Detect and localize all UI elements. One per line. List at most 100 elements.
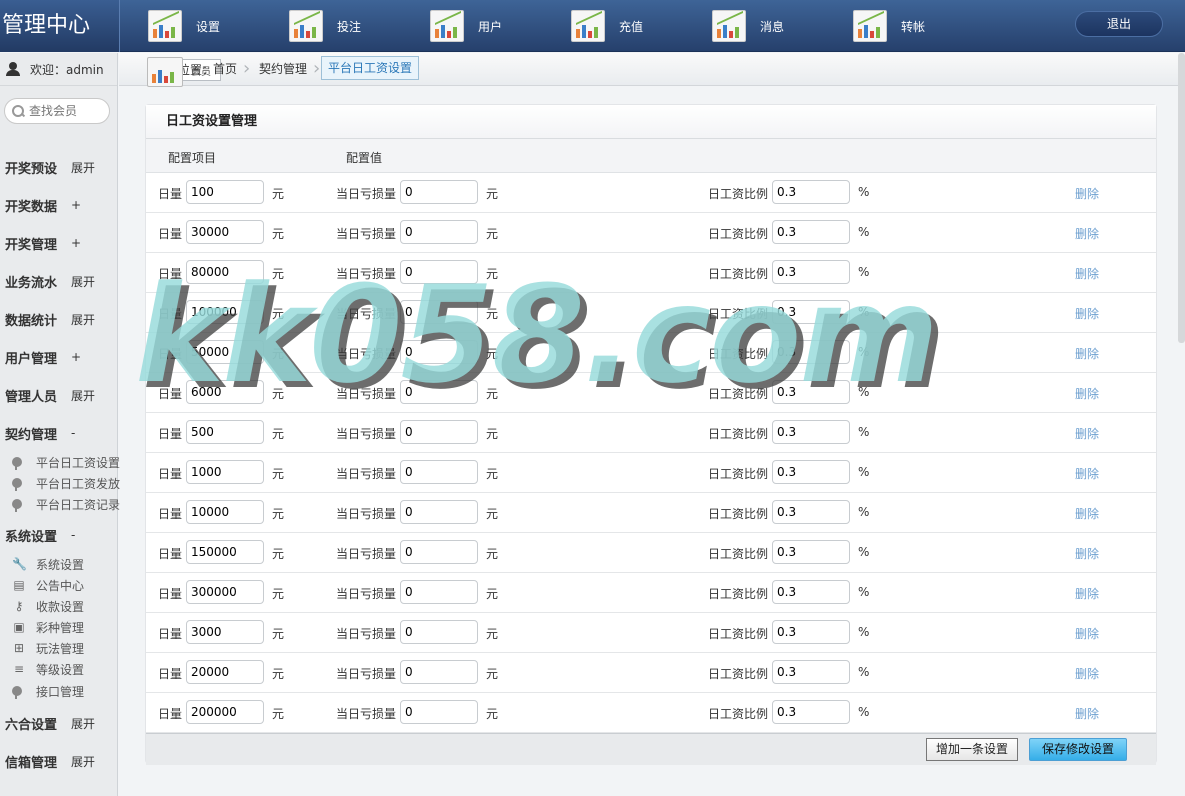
sidebar-subitem[interactable]: ⊞ 玩法管理 bbox=[12, 639, 84, 657]
sidebar-subitem[interactable]: 平台日工资发放 bbox=[12, 474, 120, 492]
loss-input[interactable] bbox=[400, 580, 478, 604]
volume-input[interactable] bbox=[186, 620, 264, 644]
logout-button[interactable]: 退出 bbox=[1075, 11, 1163, 37]
ratio-input[interactable] bbox=[772, 300, 850, 324]
ratio-input[interactable] bbox=[772, 540, 850, 564]
ratio-input[interactable] bbox=[772, 420, 850, 444]
volume-input[interactable] bbox=[186, 660, 264, 684]
volume-input[interactable] bbox=[186, 700, 264, 724]
ratio-input[interactable] bbox=[772, 180, 850, 204]
topnav-item[interactable]: 消息 bbox=[712, 8, 784, 44]
ratio-input[interactable] bbox=[772, 580, 850, 604]
topnav-item[interactable]: 转帐 bbox=[853, 8, 925, 44]
delete-link[interactable]: 删除 bbox=[1075, 705, 1099, 722]
sidebar-menu-toggle[interactable]: - bbox=[71, 528, 75, 542]
sidebar-menu-group[interactable]: 开奖数据 + bbox=[5, 195, 115, 215]
sidebar-subitem[interactable]: 接口管理 bbox=[12, 682, 84, 700]
sidebar-subitem[interactable]: ▣ 彩种管理 bbox=[12, 618, 84, 636]
sidebar-subitem[interactable]: 平台日工资记录 bbox=[12, 495, 120, 513]
ratio-input[interactable] bbox=[772, 260, 850, 284]
loss-input[interactable] bbox=[400, 340, 478, 364]
sidebar-menu-toggle[interactable]: 展开 bbox=[71, 311, 95, 328]
sidebar-menu-group[interactable]: 管理人员 展开 bbox=[5, 385, 115, 405]
volume-input[interactable] bbox=[186, 500, 264, 524]
ratio-input[interactable] bbox=[772, 700, 850, 724]
sidebar-menu-group[interactable]: 业务流水 展开 bbox=[5, 271, 115, 291]
ratio-input[interactable] bbox=[772, 380, 850, 404]
sidebar-menu-toggle[interactable]: - bbox=[71, 426, 75, 440]
volume-input[interactable] bbox=[186, 380, 264, 404]
delete-link[interactable]: 删除 bbox=[1075, 265, 1099, 282]
delete-link[interactable]: 删除 bbox=[1075, 225, 1099, 242]
breadcrumb-home[interactable]: 首页 bbox=[213, 59, 237, 81]
delete-link[interactable]: 删除 bbox=[1075, 345, 1099, 362]
sidebar-menu-toggle[interactable]: 展开 bbox=[71, 159, 95, 176]
topnav-item[interactable]: 充值 bbox=[571, 8, 643, 44]
sidebar-menu-group[interactable]: 开奖预设 展开 bbox=[5, 157, 115, 177]
ratio-input[interactable] bbox=[772, 220, 850, 244]
sidebar-menu-group[interactable]: 开奖管理 + bbox=[5, 233, 115, 253]
volume-input[interactable] bbox=[186, 300, 264, 324]
breadcrumb-parent[interactable]: 契约管理 bbox=[259, 59, 307, 81]
member-search[interactable] bbox=[4, 98, 110, 124]
loss-input[interactable] bbox=[400, 620, 478, 644]
ratio-input[interactable] bbox=[772, 660, 850, 684]
sidebar-subitem[interactable]: ▤ 公告中心 bbox=[12, 576, 84, 594]
volume-input[interactable] bbox=[186, 460, 264, 484]
delete-link[interactable]: 删除 bbox=[1075, 585, 1099, 602]
sidebar-menu-toggle[interactable]: 展开 bbox=[71, 715, 95, 732]
loss-input[interactable] bbox=[400, 500, 478, 524]
sidebar-subitem[interactable]: ⚷ 收款设置 bbox=[12, 597, 84, 615]
delete-link[interactable]: 删除 bbox=[1075, 425, 1099, 442]
loss-input[interactable] bbox=[400, 540, 478, 564]
member-search-input[interactable] bbox=[29, 104, 107, 118]
ratio-input[interactable] bbox=[772, 460, 850, 484]
sidebar-menu-group[interactable]: 信箱管理 展开 bbox=[5, 751, 115, 771]
sidebar-menu-toggle[interactable]: + bbox=[71, 198, 81, 212]
sidebar-menu-group[interactable]: 数据统计 展开 bbox=[5, 309, 115, 329]
delete-link[interactable]: 删除 bbox=[1075, 505, 1099, 522]
volume-input[interactable] bbox=[186, 540, 264, 564]
loss-input[interactable] bbox=[400, 300, 478, 324]
save-settings-button[interactable]: 保存修改设置 bbox=[1029, 738, 1127, 761]
sidebar-menu-group[interactable]: 契约管理 - bbox=[5, 423, 115, 443]
sidebar-subitem[interactable]: 平台日工资设置 bbox=[12, 453, 120, 471]
volume-input[interactable] bbox=[186, 260, 264, 284]
sidebar-subitem[interactable]: ≡ 等级设置 bbox=[12, 660, 84, 678]
loss-input[interactable] bbox=[400, 260, 478, 284]
sidebar-menu-toggle[interactable]: 展开 bbox=[71, 387, 95, 404]
loss-input[interactable] bbox=[400, 380, 478, 404]
topnav-item[interactable]: 用户 bbox=[430, 8, 502, 44]
ratio-input[interactable] bbox=[772, 340, 850, 364]
volume-input[interactable] bbox=[186, 580, 264, 604]
delete-link[interactable]: 删除 bbox=[1075, 385, 1099, 402]
sidebar-menu-group[interactable]: 系统设置 - bbox=[5, 525, 115, 545]
sidebar-menu-group[interactable]: 用户管理 + bbox=[5, 347, 115, 367]
ratio-input[interactable] bbox=[772, 500, 850, 524]
delete-link[interactable]: 删除 bbox=[1075, 625, 1099, 642]
delete-link[interactable]: 删除 bbox=[1075, 305, 1099, 322]
delete-link[interactable]: 删除 bbox=[1075, 545, 1099, 562]
volume-input[interactable] bbox=[186, 220, 264, 244]
delete-link[interactable]: 删除 bbox=[1075, 185, 1099, 202]
loss-input[interactable] bbox=[400, 460, 478, 484]
sidebar-menu-group[interactable]: 六合设置 展开 bbox=[5, 713, 115, 733]
loss-input[interactable] bbox=[400, 700, 478, 724]
loss-input[interactable] bbox=[400, 660, 478, 684]
loss-input[interactable] bbox=[400, 420, 478, 444]
sidebar-menu-toggle[interactable]: + bbox=[71, 350, 81, 364]
sidebar-subitem[interactable]: 🔧 系统设置 bbox=[12, 555, 84, 573]
loss-input[interactable] bbox=[400, 180, 478, 204]
topnav-item[interactable]: 投注 bbox=[289, 8, 361, 44]
sidebar-menu-toggle[interactable]: 展开 bbox=[71, 273, 95, 290]
loss-input[interactable] bbox=[400, 220, 478, 244]
volume-input[interactable] bbox=[186, 340, 264, 364]
volume-input[interactable] bbox=[186, 180, 264, 204]
add-setting-button[interactable]: 增加一条设置 bbox=[926, 738, 1018, 761]
delete-link[interactable]: 删除 bbox=[1075, 665, 1099, 682]
delete-link[interactable]: 删除 bbox=[1075, 465, 1099, 482]
ratio-input[interactable] bbox=[772, 620, 850, 644]
volume-input[interactable] bbox=[186, 420, 264, 444]
page-scrollbar[interactable] bbox=[1178, 53, 1185, 343]
sidebar-menu-toggle[interactable]: 展开 bbox=[71, 753, 95, 770]
